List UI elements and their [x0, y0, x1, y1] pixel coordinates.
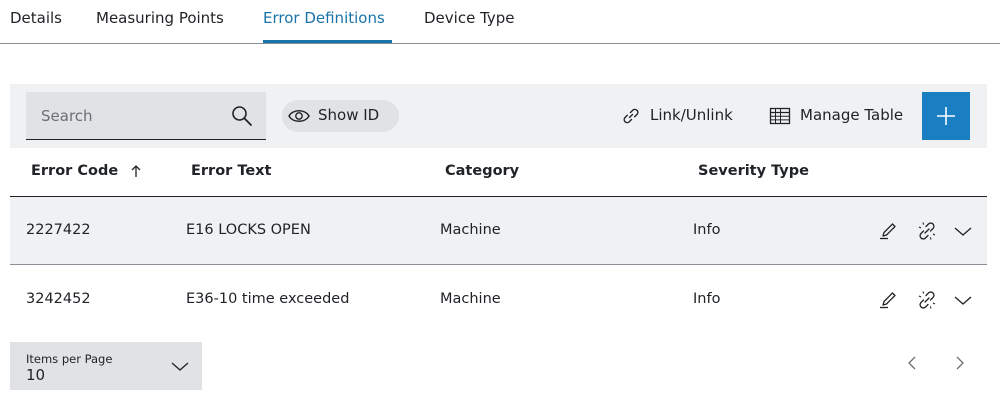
chevron-down-icon[interactable] — [951, 288, 975, 312]
tab-measuring-points[interactable]: Measuring Points — [96, 9, 224, 27]
table-toolbar: Show ID Link/Unlink Manage Table — [10, 84, 987, 148]
search-box — [26, 92, 266, 140]
link-unlink-button[interactable]: Link/Unlink — [621, 104, 756, 128]
manage-table-button[interactable]: Manage Table — [769, 104, 914, 128]
table-icon — [769, 107, 791, 125]
edit-icon[interactable] — [876, 288, 900, 312]
table-header: Error Code Error Text Category Severity … — [10, 148, 987, 197]
search-input[interactable] — [26, 92, 226, 139]
show-id-label: Show ID — [318, 106, 380, 124]
tab-device-type[interactable]: Device Type — [424, 9, 515, 27]
cell-category: Machine — [440, 222, 501, 238]
cell-error-code: 3242452 — [26, 291, 91, 307]
items-per-page-label: Items per Page — [26, 352, 113, 366]
items-per-page-value: 10 — [26, 366, 46, 384]
eye-icon — [288, 110, 310, 122]
cell-error-code: 2227422 — [26, 222, 91, 238]
items-per-page-select[interactable]: Items per Page 10 — [10, 342, 202, 390]
link-unlink-label: Link/Unlink — [650, 106, 733, 124]
tab-bar: Details Measuring Points Error Definitio… — [0, 0, 1000, 44]
sort-ascending-icon[interactable] — [130, 164, 142, 178]
chevron-down-icon — [171, 362, 189, 371]
link-icon — [623, 108, 639, 124]
column-header-error-text[interactable]: Error Text — [191, 163, 271, 179]
tab-error-definitions[interactable]: Error Definitions — [263, 9, 385, 27]
plus-icon — [937, 107, 955, 125]
cell-severity-type: Info — [693, 291, 721, 307]
previous-page-icon[interactable] — [900, 351, 924, 375]
active-tab-indicator — [263, 40, 392, 43]
column-header-severity-type[interactable]: Severity Type — [698, 163, 809, 179]
unlink-icon[interactable] — [915, 219, 939, 243]
table-row[interactable]: 3242452 E36-10 time exceeded Machine Inf… — [10, 266, 987, 334]
chevron-down-icon[interactable] — [951, 219, 975, 243]
cell-severity-type: Info — [693, 222, 721, 238]
edit-icon[interactable] — [876, 219, 900, 243]
search-icon[interactable] — [231, 105, 253, 127]
tab-details[interactable]: Details — [10, 9, 62, 27]
unlink-icon[interactable] — [915, 288, 939, 312]
column-header-error-code[interactable]: Error Code — [31, 163, 118, 179]
cell-error-text: E36-10 time exceeded — [186, 291, 350, 307]
column-header-category[interactable]: Category — [445, 163, 519, 179]
add-button[interactable] — [922, 92, 970, 140]
show-id-toggle[interactable]: Show ID — [282, 100, 399, 132]
cell-error-text: E16 LOCKS OPEN — [186, 222, 311, 238]
table-row[interactable]: 2227422 E16 LOCKS OPEN Machine Info — [10, 197, 987, 265]
manage-table-label: Manage Table — [800, 106, 904, 124]
cell-category: Machine — [440, 291, 501, 307]
next-page-icon[interactable] — [948, 351, 972, 375]
